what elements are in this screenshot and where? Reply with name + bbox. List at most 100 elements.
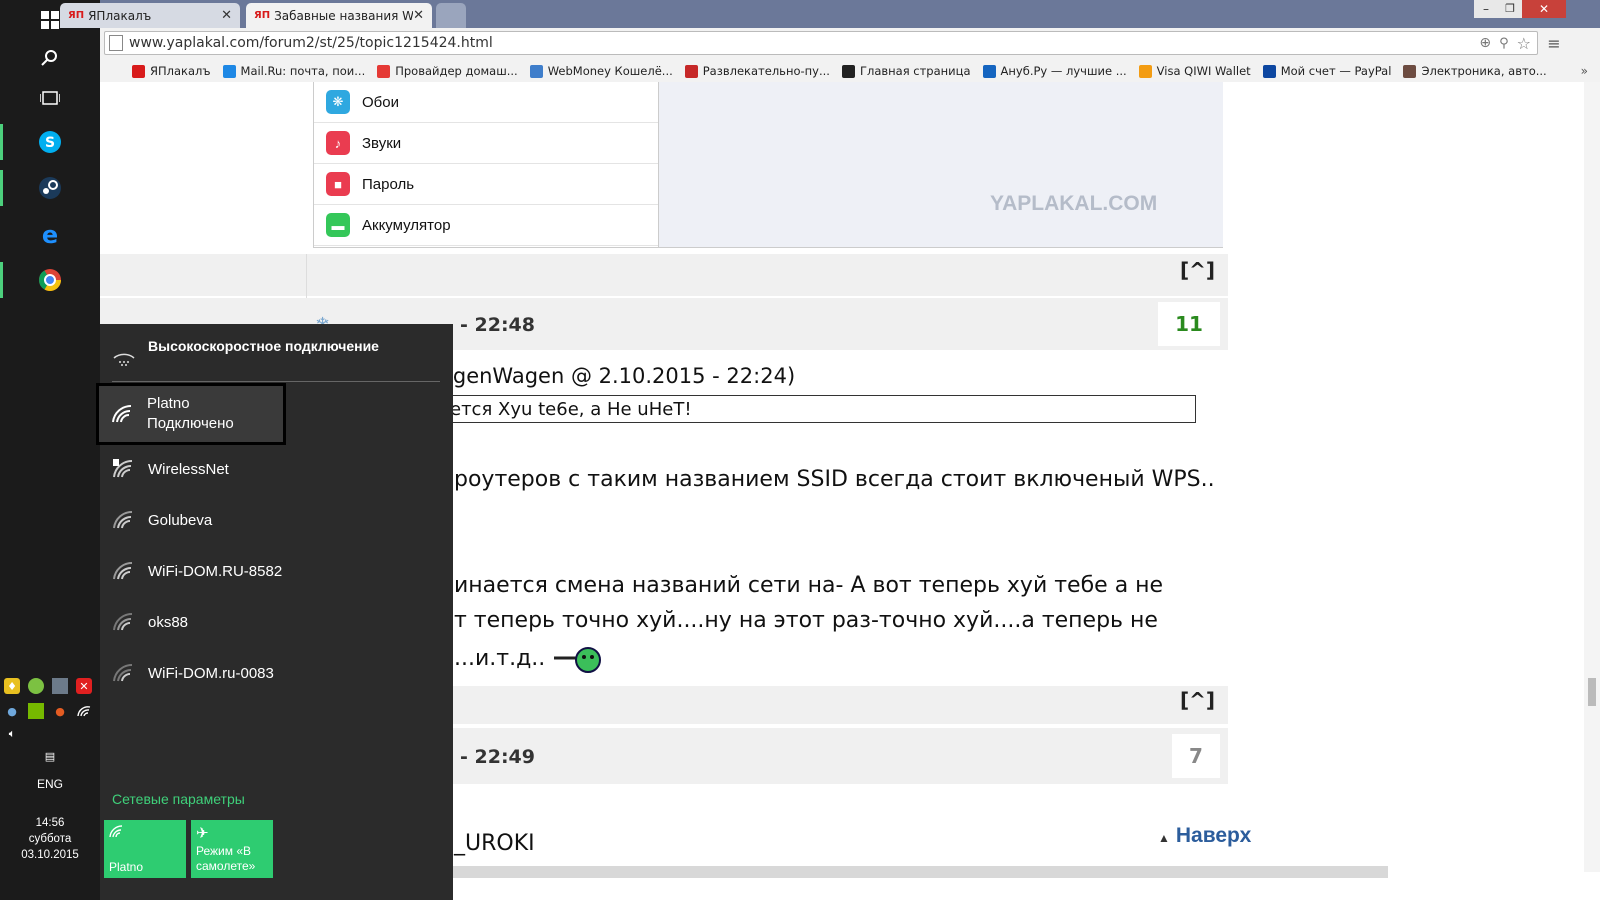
browser-toolbar: www.yaplakal.com/forum2/st/25/topic12154… xyxy=(100,28,1600,61)
watermark: YAPLAKAL.COM xyxy=(990,192,1158,215)
up-link[interactable]: [^] xyxy=(1180,688,1215,712)
wifi-network[interactable]: oks88 xyxy=(100,597,453,647)
chrome-taskbar-button[interactable] xyxy=(36,266,64,294)
network-name: WirelessNet xyxy=(148,460,229,478)
to-top-link[interactable]: ▲ Наверх xyxy=(1158,824,1251,848)
wifi-secured-icon xyxy=(113,459,133,478)
up-link[interactable]: [^] xyxy=(1180,258,1215,282)
bookmark-item[interactable]: ЯПлакалъ xyxy=(132,64,211,78)
bookmark-star-icon[interactable]: ☆ xyxy=(1517,34,1531,53)
steam-icon xyxy=(39,177,61,199)
bookmark-favicon-icon xyxy=(982,64,996,78)
restore-button[interactable]: ❐ xyxy=(1498,0,1522,18)
network-name: WiFi-DOM.ru-0083 xyxy=(148,664,274,682)
bookmark-label: Электроника, авто... xyxy=(1421,64,1547,78)
wifi-flyout: Высокоскоростное подключение Platno Подк… xyxy=(96,324,453,900)
settings-row-sounds: ♪ Звуки xyxy=(314,123,658,164)
windows-logo-icon xyxy=(41,11,59,29)
wifi-signal-icon xyxy=(113,663,133,682)
tab-yaplakal[interactable]: ЯП ЯПлакалъ ✕ xyxy=(60,3,240,28)
action-center-icon[interactable]: ▤ xyxy=(42,748,58,764)
bookmark-item[interactable]: Главная страница xyxy=(841,64,971,78)
shield-tray-icon[interactable]: ♦ xyxy=(4,678,20,694)
skype-taskbar-button[interactable]: S xyxy=(36,128,64,156)
tab-label: Забавные названия Wi-F xyxy=(274,8,414,23)
task-view-button[interactable] xyxy=(36,84,64,112)
firefox-tray-icon[interactable]: ● xyxy=(52,703,68,719)
search-icon xyxy=(41,50,57,66)
wifi-network-platno[interactable]: Platno Подключено xyxy=(96,383,286,445)
steam-tray-icon[interactable]: ● xyxy=(4,703,20,719)
bookmark-item[interactable]: Провайдер домаш... xyxy=(377,64,518,78)
clock-date: 03.10.2015 xyxy=(21,849,79,861)
network-settings-link[interactable]: Сетевые параметры xyxy=(112,791,245,807)
to-top-label: Наверх xyxy=(1175,824,1252,847)
post-rating[interactable]: 7 xyxy=(1172,734,1220,778)
wifi-toggle-tile[interactable]: Platno xyxy=(104,820,186,878)
close-tab-icon[interactable]: ✕ xyxy=(221,8,232,23)
tab-active[interactable]: ЯП Забавные названия Wi-F ✕ xyxy=(246,3,432,28)
bookmark-label: Visa QIWI Wallet xyxy=(1156,64,1251,78)
vertical-scrollbar[interactable] xyxy=(1584,82,1600,872)
wallpaper-icon: ❋ xyxy=(326,90,350,114)
wifi-network[interactable]: WirelessNet xyxy=(100,444,453,494)
bookmark-item[interactable]: WebMoney Кошелё... xyxy=(529,64,673,78)
bookmarks-list: ЯПлакалъ Mail.Ru: почта, пои... Провайде… xyxy=(132,64,1559,78)
settings-row-label: Пароль xyxy=(362,175,415,193)
post-line: _UROKI xyxy=(454,831,535,856)
edge-taskbar-button[interactable]: e xyxy=(36,220,64,248)
bookmark-favicon-icon xyxy=(841,64,855,78)
bookmark-item[interactable]: Развлекательно-пу... xyxy=(684,64,830,78)
bookmark-favicon-icon xyxy=(1138,64,1152,78)
nvidia-tray-icon[interactable] xyxy=(28,703,44,719)
airplane-mode-tile[interactable]: ✈ Режим «В самолете» xyxy=(191,820,273,878)
svg-text:S: S xyxy=(45,135,55,151)
search-button[interactable] xyxy=(36,44,64,72)
dialup-icon xyxy=(113,353,135,366)
new-tab-button[interactable] xyxy=(436,3,466,28)
bookmark-favicon-icon xyxy=(222,64,236,78)
address-bar[interactable]: www.yaplakal.com/forum2/st/25/topic12154… xyxy=(104,31,1538,55)
wifi-signal-icon xyxy=(113,612,133,631)
bookmark-label: WebMoney Кошелё... xyxy=(547,64,673,78)
more-bookmarks-icon[interactable]: » xyxy=(1581,64,1588,78)
menu-icon[interactable]: ≡ xyxy=(1546,34,1562,53)
bookmark-favicon-icon xyxy=(1262,64,1276,78)
settings-row-label: Обои xyxy=(362,93,399,111)
minimize-button[interactable]: – xyxy=(1474,0,1498,18)
wifi-signal-icon xyxy=(112,404,132,423)
bookmark-item[interactable]: Ануб.Ру — лучшие ... xyxy=(982,64,1127,78)
horizontal-scrollbar[interactable] xyxy=(450,866,1388,878)
ios-settings-list: ❋ Обои ♪ Звуки ■ Пароль ▬ Аккумулятор xyxy=(314,82,658,246)
steam-taskbar-button[interactable] xyxy=(36,174,64,202)
wifi-icon xyxy=(109,825,123,838)
close-tab-icon[interactable]: ✕ xyxy=(413,8,424,23)
broadband-connection[interactable]: Высокоскоростное подключение xyxy=(100,332,453,380)
bookmark-item[interactable]: Visa QIWI Wallet xyxy=(1138,64,1251,78)
bookmark-item[interactable]: Электроника, авто... xyxy=(1403,64,1547,78)
scrollbar-thumb[interactable] xyxy=(1588,678,1596,706)
network-name: WiFi-DOM.RU-8582 xyxy=(148,562,283,580)
wifi-signal-icon xyxy=(113,561,133,580)
antivirus-tray-icon[interactable]: ✕ xyxy=(76,678,92,694)
zoom-icon[interactable]: ⊕ xyxy=(1479,35,1491,51)
clock[interactable]: 14:56 суббота 03.10.2015 xyxy=(0,815,100,863)
close-window-button[interactable]: ✕ xyxy=(1522,0,1566,18)
quote-text: ется Xyu te6e, a He uHeT! xyxy=(450,399,692,420)
monitor-tray-icon[interactable] xyxy=(52,678,68,694)
pin-icon[interactable]: ⚲ xyxy=(1499,36,1509,51)
active-indicator xyxy=(0,262,3,298)
wifi-network[interactable]: WiFi-DOM.RU-8582 xyxy=(100,546,453,596)
app-tray-icon[interactable] xyxy=(28,678,44,694)
language-indicator[interactable]: ENG xyxy=(0,777,100,791)
wifi-network[interactable]: Golubeva xyxy=(100,495,453,545)
wifi-signal-icon xyxy=(113,510,133,529)
bookmark-item[interactable]: Мой счет — PayPal xyxy=(1262,64,1391,78)
edge-icon: e xyxy=(42,222,58,246)
post-rating[interactable]: 11 xyxy=(1158,302,1220,346)
bookmark-label: Mail.Ru: почта, пои... xyxy=(240,64,366,78)
volume-tray-icon[interactable]: 🔈︎ xyxy=(4,726,20,742)
bookmark-item[interactable]: Mail.Ru: почта, пои... xyxy=(222,64,366,78)
wifi-network[interactable]: WiFi-DOM.ru-0083 xyxy=(100,648,453,698)
wifi-tray-icon[interactable] xyxy=(76,703,92,719)
